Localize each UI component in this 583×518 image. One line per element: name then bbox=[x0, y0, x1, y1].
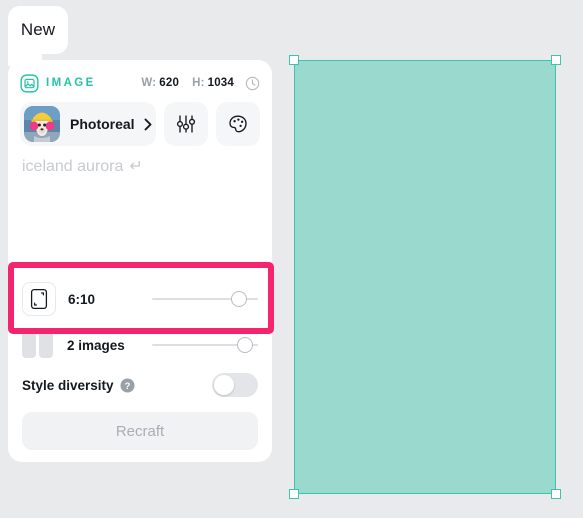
height-readout: H: 1034 bbox=[192, 77, 234, 89]
new-tab-label: New bbox=[20, 20, 56, 39]
resize-handle-top-right[interactable] bbox=[551, 55, 561, 65]
prompt-text: iceland aurora bbox=[22, 158, 124, 175]
resize-handle-top-left[interactable] bbox=[289, 55, 299, 65]
style-diversity-label: Style diversity bbox=[22, 377, 114, 393]
images-count-label: 2 images bbox=[67, 337, 125, 353]
width-readout: W: 620 bbox=[141, 77, 179, 89]
recraft-button-label: Recraft bbox=[115, 422, 165, 440]
aspect-ratio-row[interactable]: 6:10 bbox=[22, 278, 258, 320]
style-controls-row: Photoreal bbox=[20, 102, 260, 146]
question-mark-icon[interactable]: ? bbox=[120, 378, 135, 393]
image-chip bbox=[39, 330, 53, 358]
image-icon bbox=[20, 73, 39, 93]
style-diversity-toggle[interactable] bbox=[212, 373, 258, 397]
portrait-crop-icon bbox=[30, 288, 48, 310]
image-type-label: IMAGE bbox=[46, 77, 96, 89]
aspect-ratio-label: 6:10 bbox=[68, 291, 96, 307]
height-key: H: bbox=[192, 77, 205, 89]
width-key: W: bbox=[141, 77, 157, 89]
two-images-icon bbox=[22, 330, 56, 360]
resize-handle-bottom-right[interactable] bbox=[551, 489, 561, 499]
palette-icon bbox=[229, 115, 247, 133]
color-palette-button[interactable] bbox=[216, 102, 260, 146]
generation-panel: IMAGE W: 620 H: 1034 Photoreal iceland a… bbox=[8, 60, 272, 462]
svg-text:?: ? bbox=[124, 381, 130, 392]
image-chip bbox=[22, 330, 36, 358]
new-tab[interactable]: New bbox=[8, 6, 68, 54]
clock-icon[interactable] bbox=[245, 76, 260, 91]
prompt-input[interactable]: iceland aurora ↵ bbox=[22, 156, 258, 246]
recraft-button[interactable]: Recraft bbox=[22, 412, 258, 450]
images-count-slider[interactable] bbox=[152, 335, 258, 355]
panel-header: IMAGE W: 620 H: 1034 bbox=[8, 70, 272, 96]
width-value: 620 bbox=[159, 77, 180, 89]
height-value: 1034 bbox=[207, 77, 234, 89]
toggle-knob bbox=[214, 375, 234, 395]
chevron-right-icon bbox=[144, 118, 152, 130]
style-name-label: Photoreal bbox=[70, 116, 135, 132]
sliders-icon bbox=[176, 115, 196, 133]
generation-settings-button[interactable] bbox=[164, 102, 208, 146]
style-thumbnail bbox=[24, 106, 60, 142]
images-count-row[interactable]: 2 images bbox=[22, 328, 258, 362]
images-count-slider-knob[interactable] bbox=[236, 337, 253, 353]
canvas-selection-rect[interactable] bbox=[294, 60, 556, 494]
aspect-ratio-slider[interactable] bbox=[152, 289, 258, 309]
aspect-ratio-icon-button[interactable] bbox=[22, 282, 56, 316]
resize-handle-bottom-left[interactable] bbox=[289, 489, 299, 499]
style-diversity-row: Style diversity ? bbox=[22, 370, 258, 400]
enter-key-icon: ↵ bbox=[129, 158, 143, 175]
style-selector-button[interactable]: Photoreal bbox=[20, 102, 156, 146]
aspect-ratio-slider-knob[interactable] bbox=[231, 291, 248, 307]
